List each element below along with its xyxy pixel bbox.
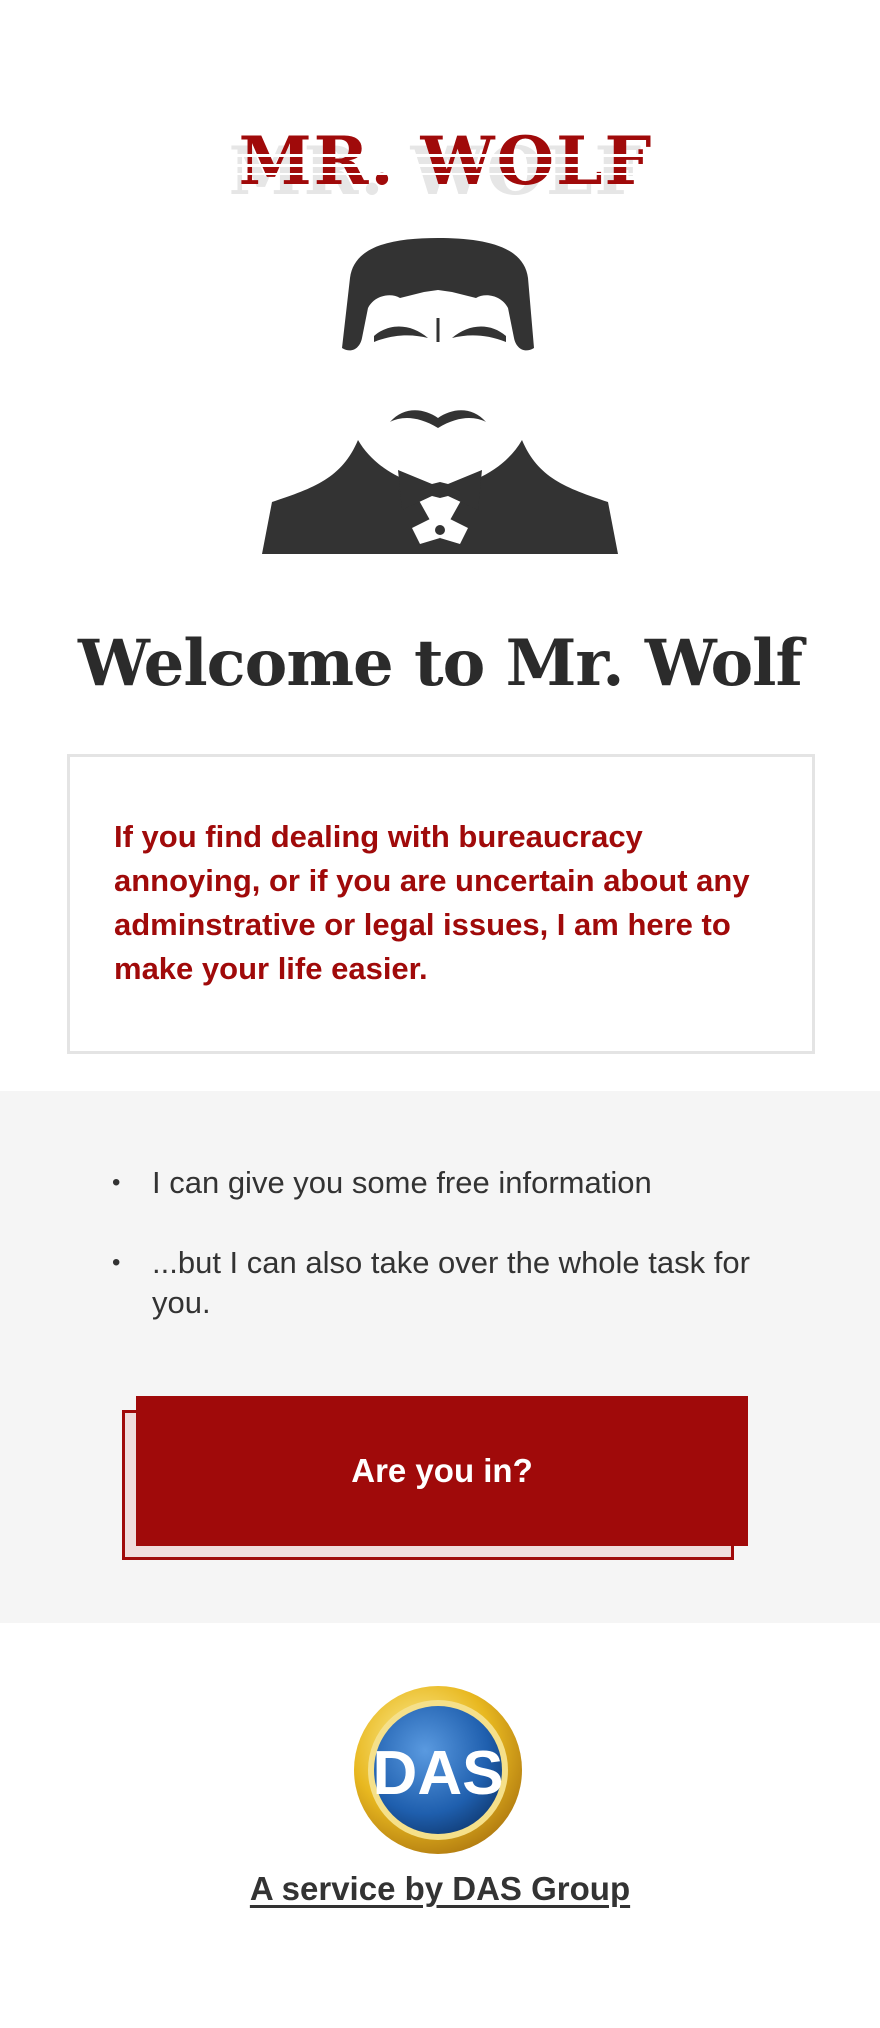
svg-text:MR. WOLF: MR. WOLF [239,122,654,200]
page: MR. WOLF MR. WOLF Welcome to Mr. Wolf If… [0,0,880,2028]
list-item: • I can give you some free information [112,1163,792,1203]
site-logo: MR. WOLF MR. WOLF [0,118,880,208]
svg-text:DAS: DAS [373,1739,504,1808]
features-section: • I can give you some free information •… [0,1091,880,1623]
list-item-text: ...but I can also take over the whole ta… [152,1245,750,1320]
das-logo-icon: DAS [354,1686,522,1854]
service-by-das-link[interactable]: A service by DAS Group [0,1870,880,1908]
intro-box: If you find dealing with bureaucracy ann… [67,754,815,1054]
intro-text: If you find dealing with bureaucracy ann… [114,819,750,986]
list-item-text: I can give you some free information [152,1165,652,1200]
are-you-in-button[interactable]: Are you in? [136,1396,748,1546]
mr-wolf-character-icon [262,238,618,554]
feature-list: • I can give you some free information •… [112,1163,792,1363]
mr-wolf-wordmark-icon: MR. WOLF MR. WOLF [210,122,670,208]
cta-wrap: Are you in? [122,1396,748,1562]
service-link-text[interactable]: A service by DAS Group [250,1870,630,1907]
list-item: • ...but I can also take over the whole … [112,1243,792,1323]
bullet-icon: • [112,1249,121,1276]
page-title: Welcome to Mr. Wolf [77,626,803,701]
bullet-icon: • [112,1169,121,1196]
